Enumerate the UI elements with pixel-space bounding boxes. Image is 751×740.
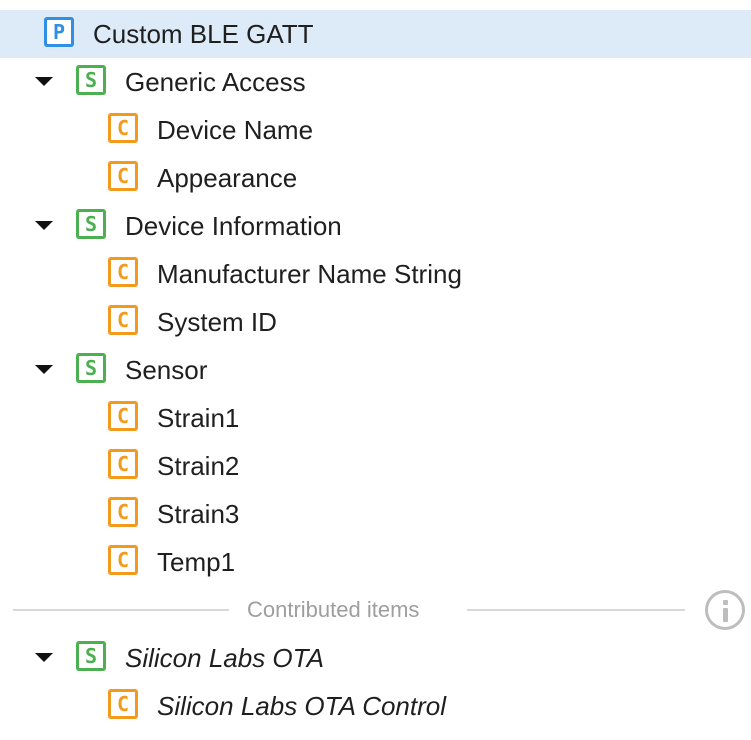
expand-toggle-icon[interactable]: [34, 360, 54, 380]
contributed-items-divider: Contributed items: [0, 586, 751, 634]
tree-item-characteristic-strain2[interactable]: C Strain2: [0, 442, 751, 490]
tree-item-label: Custom BLE GATT: [93, 19, 314, 49]
tree-item-profile[interactable]: P Custom BLE GATT: [0, 10, 751, 58]
characteristic-icon: C: [108, 689, 138, 719]
tree-item-service-sensor[interactable]: S Sensor: [0, 346, 751, 394]
service-icon: S: [76, 65, 106, 95]
tree-item-label: Silicon Labs OTA: [125, 643, 324, 673]
tree-item-label: System ID: [157, 307, 277, 337]
service-icon: S: [76, 353, 106, 383]
tree-item-characteristic-manufacturer-name[interactable]: C Manufacturer Name String: [0, 250, 751, 298]
tree-item-characteristic-system-id[interactable]: C System ID: [0, 298, 751, 346]
tree-item-characteristic-strain1[interactable]: C Strain1: [0, 394, 751, 442]
characteristic-icon: C: [108, 401, 138, 431]
tree-item-label: Strain3: [157, 499, 240, 529]
tree-item-label: Strain1: [157, 403, 240, 433]
tree-item-service-silicon-labs-ota[interactable]: S Silicon Labs OTA: [0, 634, 751, 682]
characteristic-icon: C: [108, 257, 138, 287]
tree-item-characteristic-appearance[interactable]: C Appearance: [0, 154, 751, 202]
contributed-items-label: Contributed items: [247, 597, 420, 622]
characteristic-icon: C: [108, 305, 138, 335]
tree-item-characteristic-silicon-labs-ota-control[interactable]: C Silicon Labs OTA Control: [0, 682, 751, 730]
expand-toggle-icon[interactable]: [34, 72, 54, 92]
divider-line: [467, 609, 685, 611]
tree-item-characteristic-device-name[interactable]: C Device Name: [0, 106, 751, 154]
tree-item-label: Silicon Labs OTA Control: [157, 691, 447, 721]
tree-item-label: Temp1: [157, 547, 236, 577]
tree-item-label: Appearance: [157, 163, 298, 193]
expand-toggle-icon[interactable]: [34, 216, 54, 236]
characteristic-icon: C: [108, 497, 138, 527]
tree-item-label: Sensor: [125, 355, 208, 385]
tree-item-label: Strain2: [157, 451, 240, 481]
tree-item-label: Manufacturer Name String: [157, 259, 462, 289]
tree-item-label: Device Name: [157, 115, 314, 145]
characteristic-icon: C: [108, 161, 138, 191]
profile-icon: P: [44, 17, 74, 47]
tree-item-characteristic-strain3[interactable]: C Strain3: [0, 490, 751, 538]
characteristic-icon: C: [108, 545, 138, 575]
tree-item-characteristic-temp1[interactable]: C Temp1: [0, 538, 751, 586]
tree-item-service-generic-access[interactable]: S Generic Access: [0, 58, 751, 106]
gatt-tree: P Custom BLE GATT S Generic Access C Dev…: [0, 0, 751, 740]
info-icon[interactable]: [705, 590, 745, 630]
characteristic-icon: C: [108, 113, 138, 143]
expand-toggle-icon[interactable]: [34, 648, 54, 668]
divider-line: [13, 609, 229, 611]
tree-item-label: Device Information: [125, 211, 342, 241]
characteristic-icon: C: [108, 449, 138, 479]
service-icon: S: [76, 641, 106, 671]
tree-item-service-device-information[interactable]: S Device Information: [0, 202, 751, 250]
service-icon: S: [76, 209, 106, 239]
tree-item-label: Generic Access: [125, 67, 306, 97]
